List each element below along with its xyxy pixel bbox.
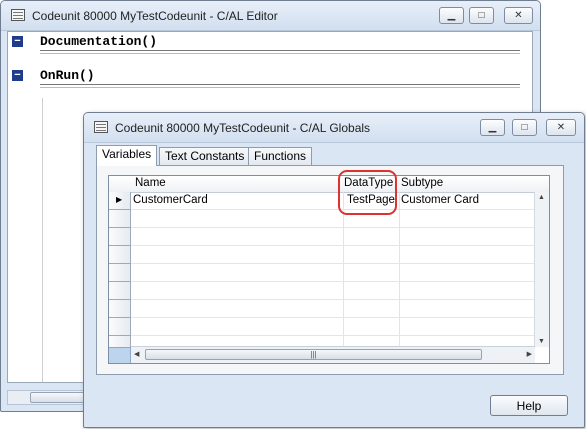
editor-window-title: Codeunit 80000 MyTestCodeunit - C/AL Edi… (32, 9, 278, 23)
column-header-subtype[interactable]: Subtype (401, 177, 443, 189)
variables-tab-panel: Name DataType Subtype ▶ CustomerCard Tes… (96, 165, 564, 375)
variable-datatype-cell[interactable]: TestPage (347, 194, 395, 206)
collapse-icon[interactable]: − (12, 70, 23, 81)
tab-text-constants[interactable]: Text Constants (159, 147, 251, 165)
maximize-button[interactable]: □ (469, 7, 494, 24)
table-row[interactable] (131, 300, 535, 318)
close-button[interactable]: ✕ (504, 7, 533, 24)
gutter-divider (42, 98, 43, 382)
row-selector[interactable] (109, 300, 131, 318)
grid-vertical-scrollbar[interactable]: ▲ ▼ (534, 192, 549, 347)
scroll-right-icon[interactable]: ▶ (527, 350, 532, 358)
globals-window-title: Codeunit 80000 MyTestCodeunit - C/AL Glo… (115, 121, 371, 135)
documentation-trigger-label: Documentation() (40, 34, 158, 49)
scroll-left-icon[interactable]: ◀ (134, 350, 139, 358)
row-selector[interactable] (109, 246, 131, 264)
current-row-indicator-icon: ▶ (116, 195, 123, 204)
close-button[interactable]: ✕ (546, 119, 576, 136)
onrun-trigger-label: OnRun() (40, 68, 95, 83)
grid-horizontal-scrollbar[interactable]: ◀ ||| ▶ (131, 346, 535, 363)
editor-scroll-thumb[interactable] (30, 392, 90, 403)
table-row[interactable] (131, 264, 535, 282)
variables-grid: Name DataType Subtype ▶ CustomerCard Tes… (108, 175, 550, 364)
table-window-icon (94, 121, 108, 133)
maximize-button[interactable]: □ (512, 119, 537, 136)
grid-corner-selector[interactable] (109, 347, 131, 363)
variable-subtype-cell[interactable]: Customer Card (401, 194, 479, 206)
row-selector[interactable] (109, 264, 131, 282)
code-separator (40, 50, 520, 54)
table-row[interactable]: CustomerCard TestPage Customer Card (131, 192, 535, 210)
cal-globals-window: Codeunit 80000 MyTestCodeunit - C/AL Glo… (83, 112, 585, 428)
table-row[interactable] (131, 210, 535, 228)
table-row[interactable] (131, 282, 535, 300)
table-row[interactable] (131, 228, 535, 246)
row-selector[interactable] (109, 318, 131, 336)
tab-variables[interactable]: Variables (96, 145, 158, 166)
minimize-button[interactable]: ▁ (439, 7, 464, 24)
table-row[interactable] (131, 318, 535, 336)
column-header-datatype[interactable]: DataType (344, 177, 393, 189)
scroll-grip-icon: ||| (310, 350, 317, 359)
table-row[interactable] (131, 246, 535, 264)
minimize-button[interactable]: ▁ (480, 119, 505, 136)
grid-scroll-thumb[interactable]: ||| (145, 349, 482, 360)
row-selector[interactable]: ▶ (109, 192, 131, 210)
code-separator (40, 84, 520, 88)
help-button[interactable]: Help (490, 395, 568, 416)
editor-title-bar[interactable]: Codeunit 80000 MyTestCodeunit - C/AL Edi… (1, 1, 540, 31)
tab-functions[interactable]: Functions (248, 147, 313, 165)
row-selector[interactable] (109, 210, 131, 228)
row-selector[interactable] (109, 282, 131, 300)
collapse-icon[interactable]: − (12, 36, 23, 47)
row-selector[interactable] (109, 228, 131, 246)
globals-title-bar[interactable]: Codeunit 80000 MyTestCodeunit - C/AL Glo… (84, 113, 584, 143)
column-header-name[interactable]: Name (135, 177, 166, 189)
scroll-down-icon[interactable]: ▼ (538, 338, 545, 345)
grid-header: Name DataType Subtype (109, 176, 549, 193)
scroll-up-icon[interactable]: ▲ (538, 194, 545, 201)
table-window-icon (11, 9, 25, 21)
variable-name-cell[interactable]: CustomerCard (133, 194, 208, 206)
